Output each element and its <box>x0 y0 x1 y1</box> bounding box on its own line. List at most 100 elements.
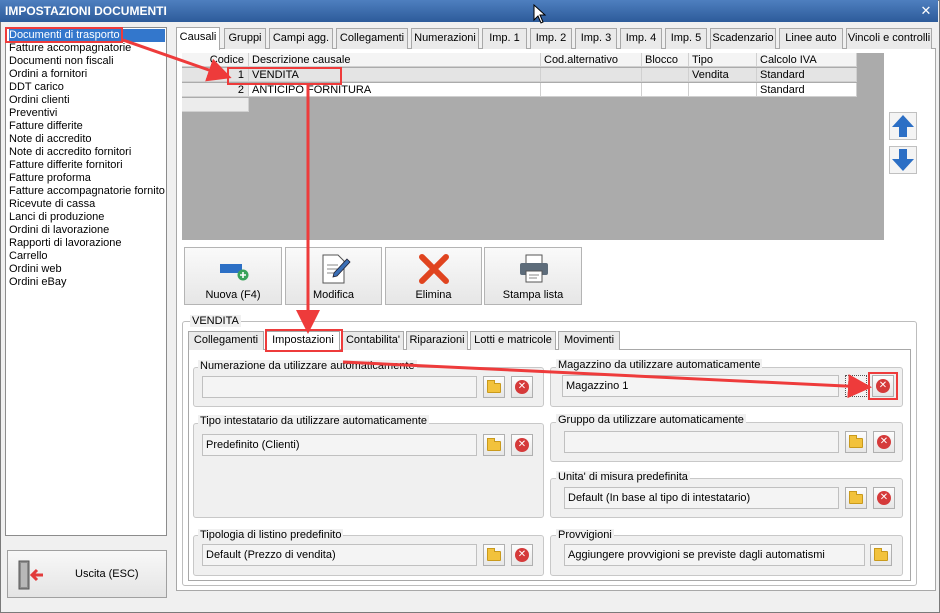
column-header[interactable]: Tipo <box>689 53 757 67</box>
exit-door-icon <box>18 560 43 590</box>
tab-collegamenti-sub[interactable]: Collegamenti <box>188 331 264 350</box>
table-cell[interactable] <box>642 83 689 97</box>
numerazione-clear-button[interactable]: ✕ <box>511 376 533 398</box>
numerazione-browse-button[interactable] <box>483 376 505 398</box>
exit-button[interactable]: Uscita (ESC) <box>7 550 167 598</box>
folder-icon <box>487 548 501 561</box>
unita-misura-browse-button[interactable] <box>845 487 867 509</box>
tab-riparazioni[interactable]: Riparazioni <box>406 331 468 350</box>
new-button-label: Nuova (F4) <box>205 289 261 301</box>
list-item[interactable]: Ordini eBay <box>9 276 66 289</box>
tab-gruppi[interactable]: Gruppi <box>224 28 266 49</box>
list-item[interactable]: Rapporti di lavorazione <box>9 237 122 250</box>
tab-campi-agg[interactable]: Campi agg. <box>269 28 333 49</box>
column-header[interactable]: Calcolo IVA <box>757 53 857 67</box>
column-header[interactable]: Blocco <box>642 53 689 67</box>
provvigioni-browse-button[interactable] <box>870 544 892 566</box>
list-item[interactable]: Note di accredito <box>9 133 92 146</box>
table-cell[interactable]: ANTICIPO FORNITURA <box>249 83 541 97</box>
table-cell[interactable]: Standard <box>757 83 857 97</box>
new-button[interactable]: Nuova (F4) <box>184 247 282 305</box>
edit-button[interactable]: Modifica <box>285 247 382 305</box>
folder-icon <box>487 380 501 393</box>
list-item[interactable]: Documenti non fiscali <box>9 55 114 68</box>
tab-vincoli-controlli[interactable]: Vincoli e controlli <box>846 28 932 49</box>
column-header[interactable]: Cod.alternativo <box>541 53 642 67</box>
list-item[interactable]: Fatture accompagnatorie fornito <box>9 185 165 198</box>
tab-imp-2[interactable]: Imp. 2 <box>530 28 572 49</box>
tab-imp-1[interactable]: Imp. 1 <box>482 28 527 49</box>
tab-causali[interactable]: Causali <box>176 27 220 50</box>
unita-misura-clear-button[interactable]: ✕ <box>873 487 895 509</box>
list-item[interactable]: Carrello <box>9 250 48 263</box>
tab-imp-5[interactable]: Imp. 5 <box>665 28 707 49</box>
tab-numerazioni[interactable]: Numerazioni <box>411 28 479 49</box>
add-icon <box>220 264 249 281</box>
folder-icon <box>849 435 863 448</box>
tipo-intestatario-browse-button[interactable] <box>483 434 505 456</box>
tab-imp-3[interactable]: Imp. 3 <box>575 28 617 49</box>
delete-button[interactable]: Elimina <box>385 247 482 305</box>
table-cell[interactable] <box>541 68 642 82</box>
list-item[interactable]: Preventivi <box>9 107 57 120</box>
listino-clear-button[interactable]: ✕ <box>511 544 533 566</box>
list-item[interactable]: Note di accredito fornitori <box>9 146 131 159</box>
delete-icon <box>419 254 449 284</box>
tab-linee-auto[interactable]: Linee auto <box>779 28 843 49</box>
gruppo-label: Gruppo da utilizzare automaticamente <box>556 414 746 426</box>
list-item[interactable]: Fatture differite <box>9 120 83 133</box>
tab-scadenzario[interactable]: Scadenzario <box>710 28 776 49</box>
column-header[interactable]: Codice <box>182 53 249 67</box>
provvigioni-field[interactable]: Aggiungere provvigioni se previste dagli… <box>564 544 865 566</box>
new-row-cell[interactable] <box>182 98 249 112</box>
list-item[interactable]: Ordini a fornitori <box>9 68 87 81</box>
tab-contabilita[interactable]: Contabilita' <box>342 331 404 350</box>
gruppo-field[interactable] <box>564 431 839 453</box>
tab-lotti-matricole[interactable]: Lotti e matricole <box>470 331 556 350</box>
mouse-cursor-icon <box>533 4 547 24</box>
tab-movimenti[interactable]: Movimenti <box>558 331 620 350</box>
list-item[interactable]: Ordini di lavorazione <box>9 224 109 237</box>
list-item[interactable]: Lanci di produzione <box>9 211 104 224</box>
list-item[interactable]: Fatture proforma <box>9 172 91 185</box>
unita-misura-field[interactable]: Default (In base al tipo di intestatario… <box>564 487 839 509</box>
tab-imp-4[interactable]: Imp. 4 <box>620 28 662 49</box>
table-cell[interactable]: Vendita <box>689 68 757 82</box>
gruppo-browse-button[interactable] <box>845 431 867 453</box>
list-item[interactable]: Fatture differite fornitori <box>9 159 123 172</box>
delete-button-label: Elimina <box>415 289 452 301</box>
magazzino-field[interactable]: Magazzino 1 <box>562 375 839 397</box>
table-cell[interactable]: 2 <box>182 83 249 97</box>
list-item[interactable]: DDT carico <box>9 81 64 94</box>
list-item[interactable]: Ordini clienti <box>9 94 70 107</box>
listino-field[interactable]: Default (Prezzo di vendita) <box>202 544 477 566</box>
folder-icon <box>487 438 501 451</box>
magazzino-browse-button[interactable] <box>845 375 867 397</box>
document-type-list[interactable]: Documenti di trasporto Fatture accompagn… <box>5 27 167 536</box>
print-list-button-label: Stampa lista <box>502 289 564 301</box>
printer-icon <box>520 254 548 283</box>
clear-icon: ✕ <box>877 435 891 449</box>
print-list-button[interactable]: Stampa lista <box>484 247 582 305</box>
provvigioni-label: Provvigioni <box>556 529 614 541</box>
list-item[interactable]: Ricevute di cassa <box>9 198 95 211</box>
list-item[interactable]: Fatture accompagnatorie <box>9 42 131 55</box>
close-icon[interactable]: ✕ <box>918 3 934 19</box>
table-cell[interactable] <box>689 83 757 97</box>
clear-icon: ✕ <box>515 548 529 562</box>
list-item[interactable]: Ordini web <box>9 263 62 276</box>
tab-collegamenti[interactable]: Collegamenti <box>336 28 408 49</box>
numerazione-field[interactable] <box>202 376 477 398</box>
tipo-intestatario-field[interactable]: Predefinito (Clienti) <box>202 434 477 456</box>
listino-browse-button[interactable] <box>483 544 505 566</box>
move-up-icon[interactable] <box>889 112 917 140</box>
table-cell[interactable]: Standard <box>757 68 857 82</box>
table-cell[interactable] <box>541 83 642 97</box>
tipo-intestatario-clear-button[interactable]: ✕ <box>511 434 533 456</box>
exit-button-label: Uscita (ESC) <box>75 568 139 580</box>
magazzino-label: Magazzino da utilizzare automaticamente <box>556 359 763 371</box>
column-header[interactable]: Descrizione causale <box>249 53 541 67</box>
gruppo-clear-button[interactable]: ✕ <box>873 431 895 453</box>
move-down-icon[interactable] <box>889 146 917 174</box>
table-cell[interactable] <box>642 68 689 82</box>
